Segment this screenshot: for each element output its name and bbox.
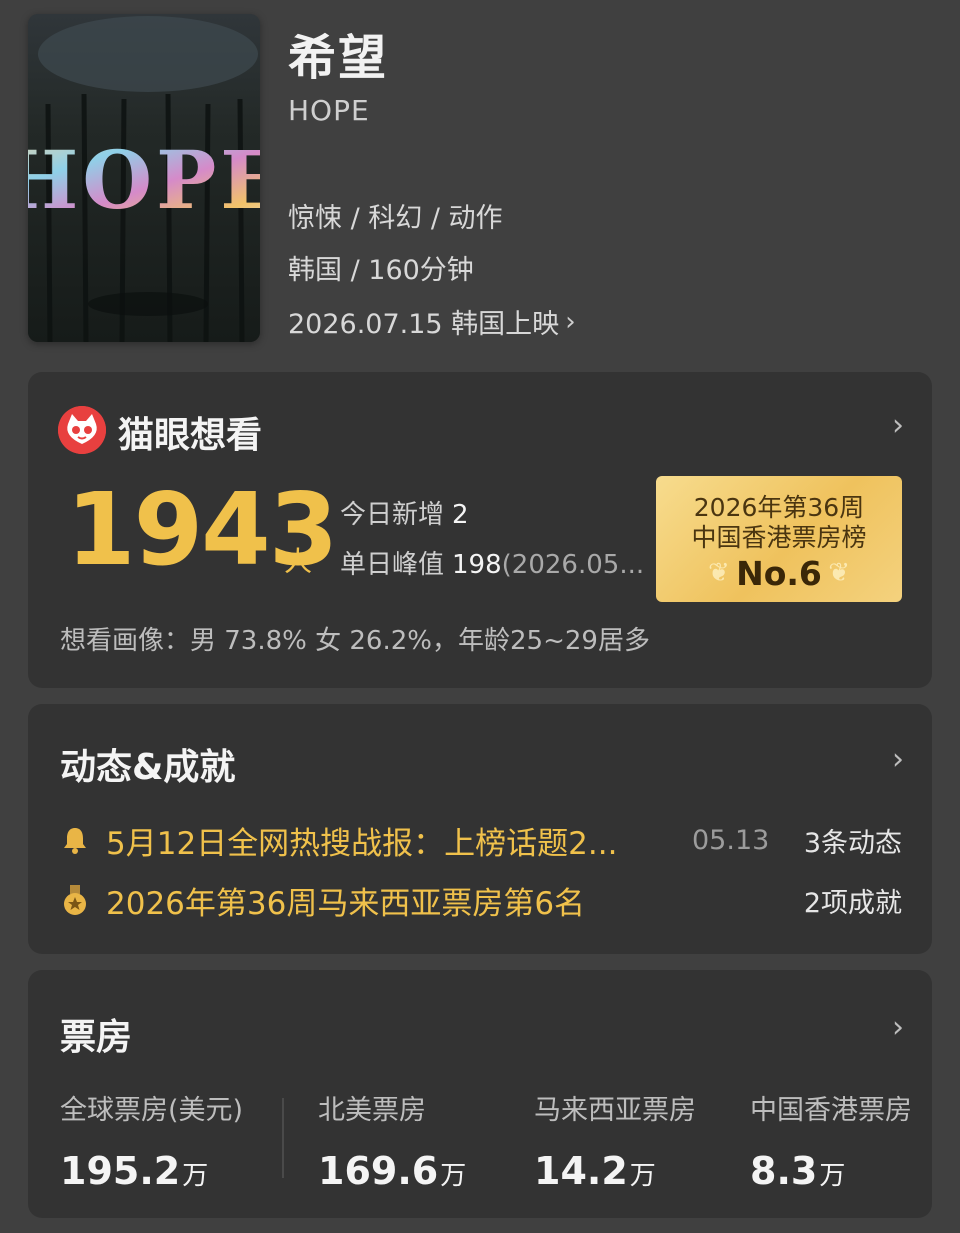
achievement-count: 2项成就 (803, 887, 902, 919)
movie-region-duration: 韩国 / 160分钟 (288, 255, 474, 286)
box-office-value: 14.2万 (534, 1149, 656, 1193)
box-office-hong-kong: 中国香港票房 8.3万 (750, 1088, 912, 1193)
box-office-label: 马来西亚票房 (534, 1095, 696, 1126)
wish-card[interactable]: 猫眼想看 › 1943 人 今日新增 2 单日峰值 198(2026.05... 2… (28, 372, 932, 688)
release-date-text: 2026.07.15 韩国上映 (288, 309, 560, 340)
box-office-card[interactable]: 票房 › 全球票房(美元) 195.2万 北美票房 169.6万 马来西亚票房 … (28, 970, 932, 1218)
achievement-item-text: 2026年第36周马来西亚票房第6名 (106, 885, 586, 922)
achievement-item[interactable]: 2026年第36周马来西亚票房第6名 2项成就 (58, 880, 902, 922)
chevron-right-icon[interactable]: › (892, 408, 904, 443)
news-item-date: 05.13 (692, 824, 770, 856)
box-office-global: 全球票房(美元) 195.2万 (60, 1088, 243, 1193)
wish-count-unit: 人 (284, 545, 313, 578)
release-date-link[interactable]: 2026.07.15 韩国上映 › (288, 302, 576, 341)
news-count: 3条动态 (803, 827, 902, 859)
daily-peak-label: 单日峰值 (340, 550, 445, 580)
box-office-north-america: 北美票房 169.6万 (318, 1088, 466, 1193)
box-office-malaysia: 马来西亚票房 14.2万 (534, 1088, 696, 1193)
box-office-value: 195.2万 (60, 1149, 209, 1193)
wish-title: 猫眼想看 (118, 415, 263, 456)
rank-chart-name: 中国香港票房榜 (691, 523, 867, 552)
chevron-right-icon: › (565, 306, 576, 337)
medal-icon (64, 885, 86, 915)
news-achievements-card[interactable]: 动态&成就 › 5月12日全网热搜战报：上榜话题2... 05.13 3条动态 … (28, 704, 932, 954)
poster-title: HOPE (28, 133, 260, 227)
daily-peak-value: 198 (452, 550, 502, 580)
hk-box-office-rank-badge[interactable]: 2026年第36周 中国香港票房榜 ❦ No.6 ❦ (656, 476, 902, 602)
news-item[interactable]: 5月12日全网热搜战报：上榜话题2... 05.13 3条动态 (58, 820, 902, 862)
audience-portrait: 想看画像：男 73.8% 女 26.2%，年龄25~29居多 (60, 626, 650, 656)
movie-english-title: HOPE (288, 94, 370, 127)
news-item-text: 5月12日全网热搜战报：上榜话题2... (106, 825, 618, 862)
box-office-value: 169.6万 (318, 1149, 467, 1193)
movie-title: 希望 (288, 30, 389, 86)
chevron-right-icon[interactable]: › (892, 1010, 904, 1045)
cat-logo-icon (58, 406, 106, 454)
daily-peak-date: (2026.05... (501, 550, 645, 580)
today-new-label: 今日新增 (340, 500, 445, 530)
movie-genres: 惊悚 / 科幻 / 动作 (288, 203, 503, 234)
box-office-title: 票房 (60, 1017, 133, 1058)
laurel-right-icon: ❦ (828, 558, 850, 588)
bell-icon (64, 828, 86, 854)
today-new-value: 2 (452, 500, 469, 530)
movie-poster[interactable]: HOPE (28, 14, 260, 342)
box-office-value: 8.3万 (750, 1149, 846, 1193)
box-office-label: 北美票房 (318, 1095, 426, 1126)
box-office-label: 全球票房(美元) (60, 1095, 244, 1126)
news-section-title: 动态&成就 (60, 747, 236, 788)
today-new: 今日新增 2 (340, 494, 469, 531)
daily-peak: 单日峰值 198(2026.05... (340, 544, 656, 581)
divider (282, 1098, 284, 1178)
rank-number: No.6 (736, 554, 822, 593)
poster-image: HOPE (28, 14, 260, 342)
box-office-label: 中国香港票房 (750, 1095, 912, 1126)
chevron-right-icon[interactable]: › (892, 742, 904, 777)
